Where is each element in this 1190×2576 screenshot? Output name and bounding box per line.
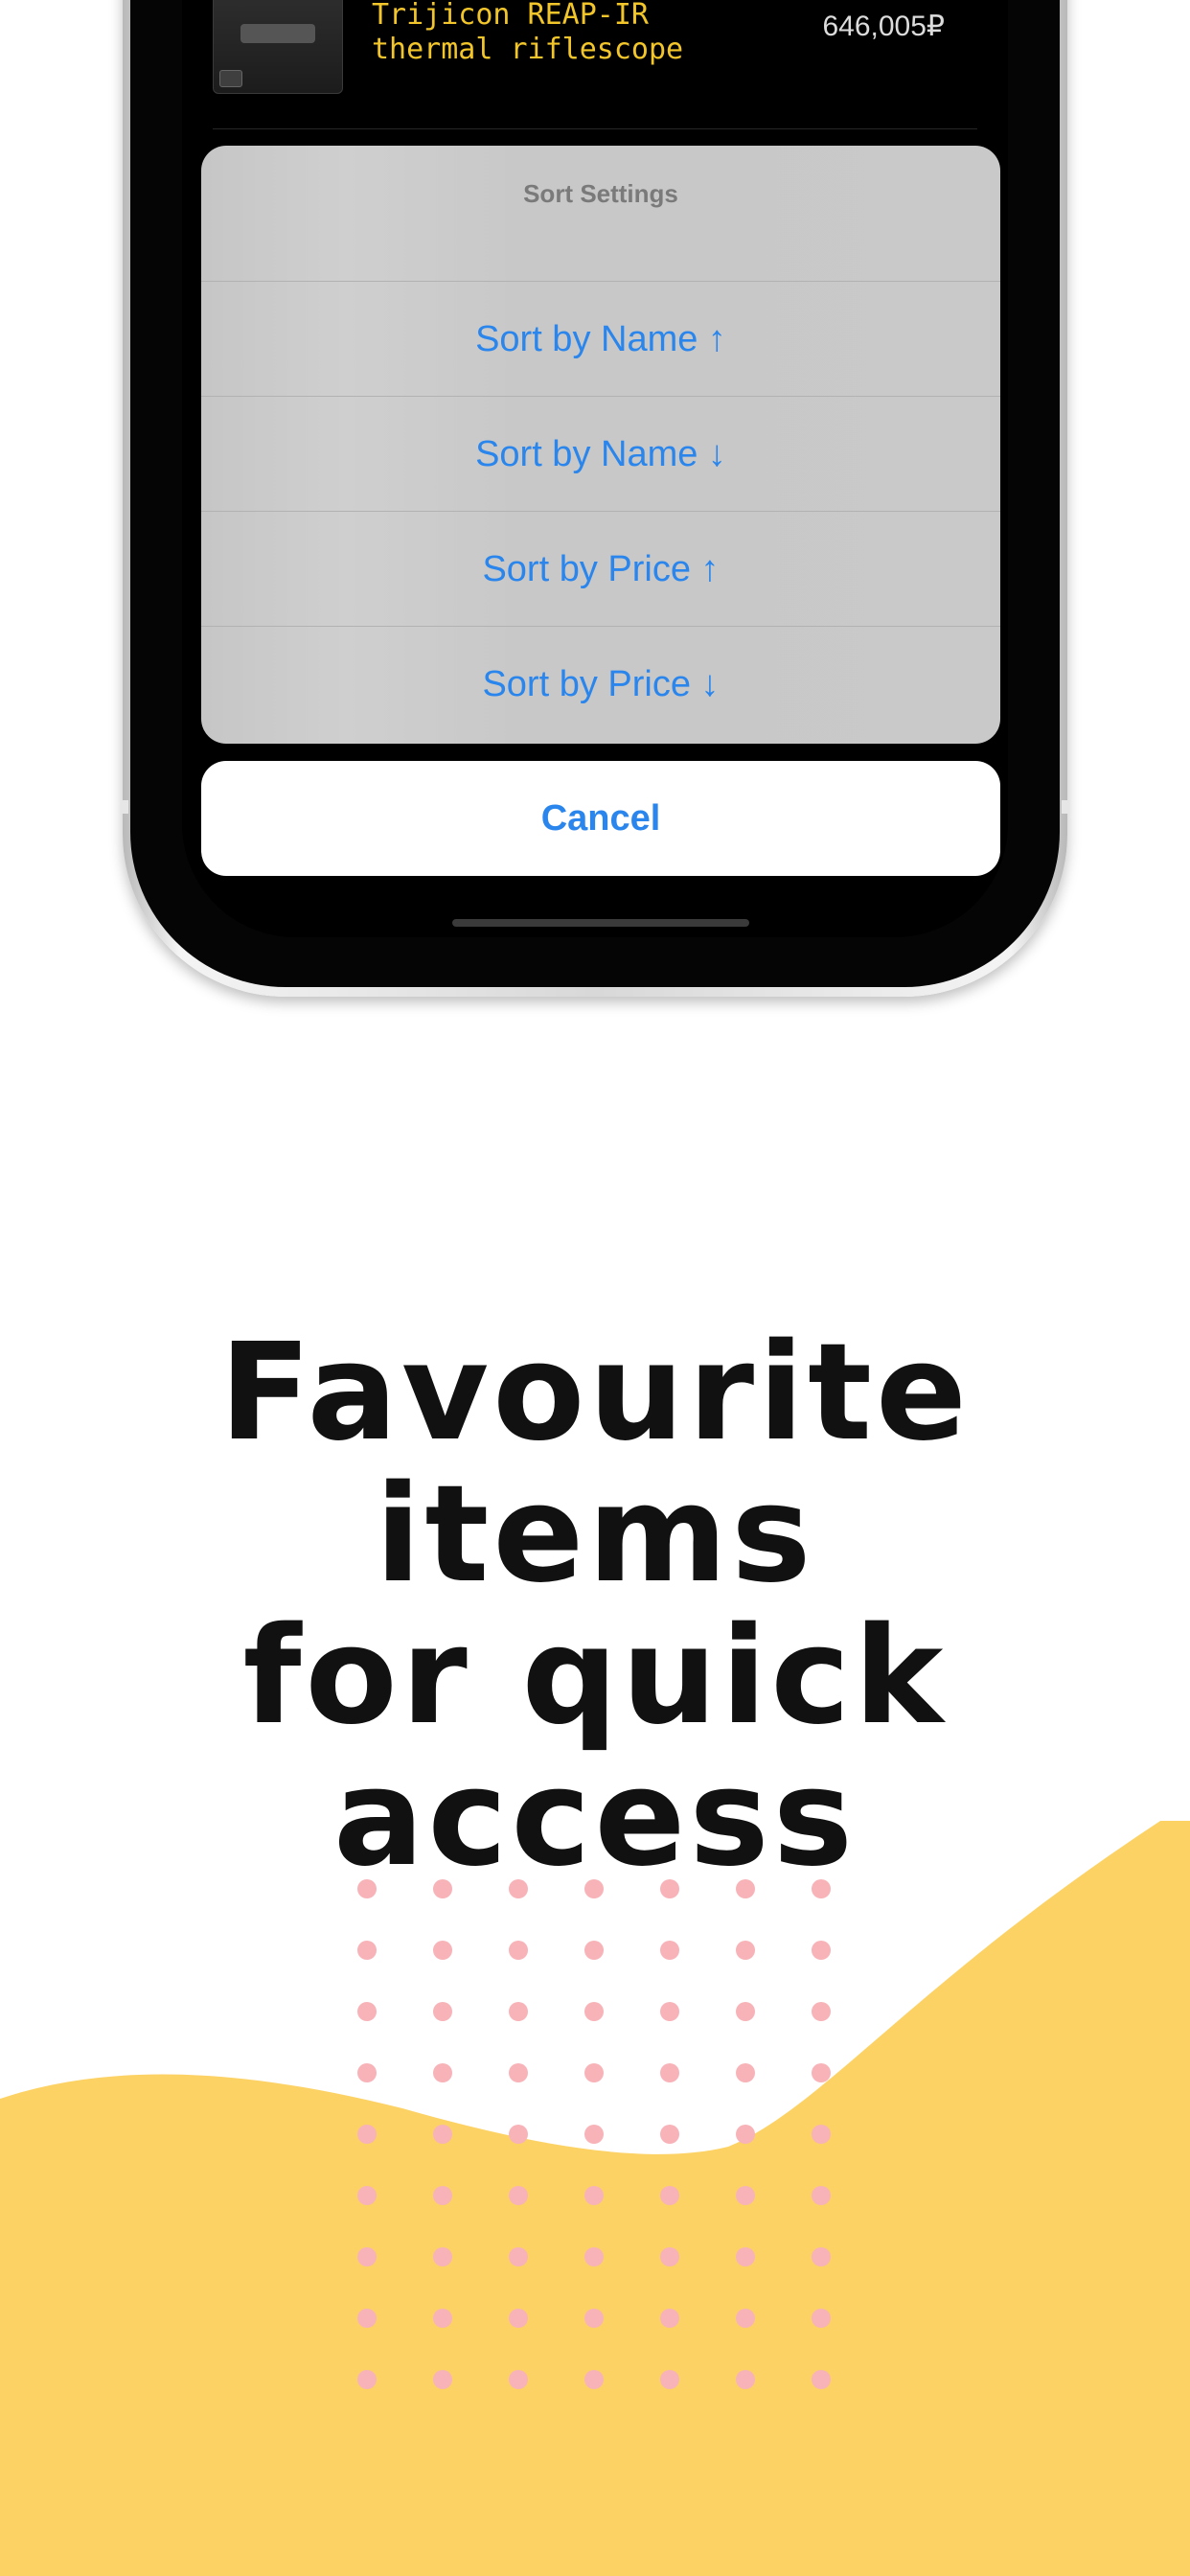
camera-badge-icon — [219, 70, 242, 87]
decorative-dot — [812, 2309, 831, 2328]
decorative-dot — [433, 2370, 452, 2389]
sort-price-desc-option[interactable]: Sort by Price ↓ — [201, 627, 1000, 742]
decorative-dot — [433, 2125, 452, 2144]
phone-mockup: Trijicon REAP-IR thermal riflescope 646,… — [121, 0, 1069, 997]
decorative-dot — [812, 1941, 831, 1960]
decorative-dot — [357, 2370, 377, 2389]
decorative-dot — [736, 1941, 755, 1960]
decorative-dot — [357, 2186, 377, 2205]
decorative-dot — [357, 2309, 377, 2328]
decorative-dot — [812, 2063, 831, 2082]
phone-side-button-right — [1062, 800, 1069, 814]
decorative-dot — [509, 2309, 528, 2328]
decorative-dot — [812, 2125, 831, 2144]
phone-side-button-left — [121, 800, 128, 814]
decorative-dot — [812, 2186, 831, 2205]
decorative-dot — [509, 2247, 528, 2266]
decorative-dot — [736, 2309, 755, 2328]
decorative-dot — [660, 2309, 679, 2328]
decorative-dot — [736, 2370, 755, 2389]
decorative-dot — [584, 2186, 604, 2205]
headline-line-1: Favourite items — [219, 1315, 971, 1613]
decorative-dot — [433, 2063, 452, 2082]
cancel-button[interactable]: Cancel — [201, 761, 1000, 876]
phone-bezel: Trijicon REAP-IR thermal riflescope 646,… — [130, 0, 1060, 987]
decorative-dot — [736, 2247, 755, 2266]
decorative-dot — [509, 1941, 528, 1960]
riflescope-icon — [240, 24, 315, 43]
decorative-dot — [509, 2063, 528, 2082]
marketing-headline: Favourite items for quick access — [0, 1322, 1190, 1890]
decorative-dot — [660, 2247, 679, 2266]
sort-name-asc-option[interactable]: Sort by Name ↑ — [201, 282, 1000, 397]
decorative-wave-background — [0, 1821, 1190, 2576]
decorative-dot — [584, 2247, 604, 2266]
sheet-title: Sort Settings — [201, 146, 1000, 282]
decorative-dot — [736, 2125, 755, 2144]
decorative-dot — [812, 2002, 831, 2021]
home-indicator[interactable] — [452, 919, 749, 927]
decorative-dot — [433, 2186, 452, 2205]
decorative-dot — [433, 2247, 452, 2266]
decorative-dot — [357, 2125, 377, 2144]
decorative-dot — [584, 2370, 604, 2389]
decorative-dot — [584, 2309, 604, 2328]
decorative-dot — [660, 2186, 679, 2205]
decorative-dot — [433, 2002, 452, 2021]
decorative-dot — [509, 2370, 528, 2389]
phone-screen: Trijicon REAP-IR thermal riflescope 646,… — [182, 0, 1008, 937]
decorative-dot — [357, 2063, 377, 2082]
decorative-dot — [433, 2309, 452, 2328]
decorative-dot — [736, 2063, 755, 2082]
decorative-dot — [660, 1941, 679, 1960]
decorative-dot — [357, 1941, 377, 1960]
decorative-dot — [812, 2370, 831, 2389]
decorative-dot — [660, 2002, 679, 2021]
headline-line-2: for quick access — [242, 1598, 948, 1897]
decorative-dot — [433, 1941, 452, 1960]
decorative-dot — [584, 2002, 604, 2021]
decorative-dot — [812, 2247, 831, 2266]
decorative-dot — [584, 1941, 604, 1960]
decorative-dot — [736, 2186, 755, 2205]
item-price: 646,005₽ — [822, 11, 945, 42]
decorative-dot — [736, 2002, 755, 2021]
list-divider — [213, 128, 977, 129]
decorative-dot — [584, 2125, 604, 2144]
sort-price-asc-option[interactable]: Sort by Price ↑ — [201, 512, 1000, 627]
decorative-dot — [509, 2125, 528, 2144]
decorative-dot — [509, 2186, 528, 2205]
decorative-dot — [357, 2247, 377, 2266]
decorative-dot — [357, 2002, 377, 2021]
decorative-dot — [660, 2063, 679, 2082]
decorative-dot — [584, 2063, 604, 2082]
item-name[interactable]: Trijicon REAP-IR thermal riflescope — [372, 0, 717, 67]
item-thumbnail[interactable] — [213, 0, 343, 94]
sort-action-sheet: Sort Settings Sort by Name ↑ Sort by Nam… — [201, 146, 1000, 744]
decorative-dot — [660, 2370, 679, 2389]
decorative-dot — [660, 2125, 679, 2144]
decorative-dot — [509, 2002, 528, 2021]
sort-name-desc-option[interactable]: Sort by Name ↓ — [201, 397, 1000, 512]
